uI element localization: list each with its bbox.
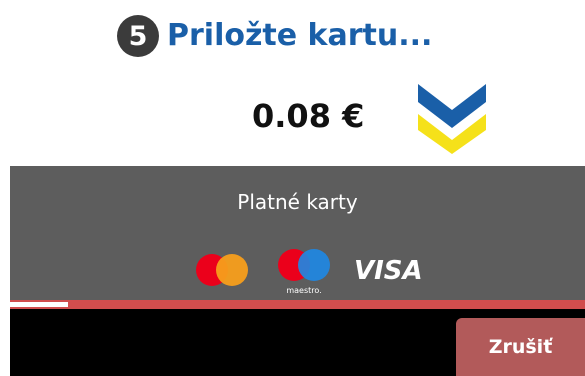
chevron-down-icon <box>418 84 486 154</box>
progress-fill <box>10 302 68 307</box>
payment-amount: 0.08 € <box>252 97 365 135</box>
maestro-logo: maestro. <box>278 249 330 295</box>
accepted-cards-panel: Platné karty maestro. VISA <box>10 166 585 300</box>
card-logos: maestro. VISA <box>196 249 423 295</box>
timeout-progress-bar <box>10 300 585 309</box>
mastercard-logo <box>196 254 248 286</box>
accepted-cards-label: Platné karty <box>237 190 358 214</box>
header: 5 Priložte kartu... <box>0 0 585 60</box>
page-title: Priložte kartu... <box>167 18 433 53</box>
maestro-logo-text: maestro. <box>286 286 321 295</box>
step-badge: 5 <box>117 15 159 57</box>
cancel-button[interactable]: Zrušiť <box>456 318 585 376</box>
visa-logo: VISA <box>354 256 423 286</box>
